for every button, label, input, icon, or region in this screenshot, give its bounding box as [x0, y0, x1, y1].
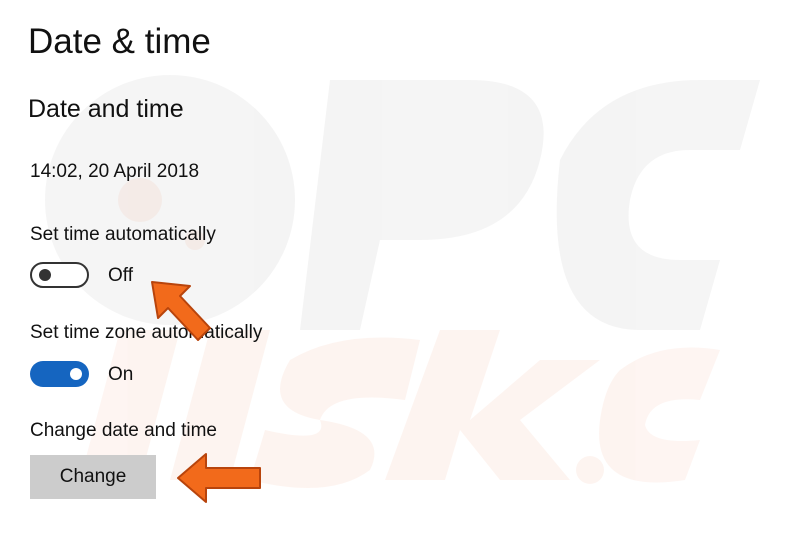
set-time-automatically-label: Set time automatically: [30, 224, 216, 245]
annotation-arrow-icon: [177, 453, 261, 503]
set-time-zone-automatically-label: Set time zone automatically: [30, 322, 263, 343]
current-datetime: 14:02, 20 April 2018: [30, 161, 200, 182]
section-title: Date and time: [28, 95, 184, 123]
set-time-zone-automatically-state: On: [108, 364, 134, 385]
set-time-automatically-state: Off: [108, 265, 133, 286]
set-time-automatically-toggle[interactable]: [30, 262, 89, 288]
change-date-and-time-label: Change date and time: [30, 420, 217, 441]
toggle-knob: [70, 368, 82, 380]
toggle-knob: [39, 269, 51, 281]
set-time-zone-automatically-toggle[interactable]: [30, 361, 89, 387]
page-title: Date & time: [28, 22, 211, 61]
change-button[interactable]: Change: [30, 455, 156, 499]
